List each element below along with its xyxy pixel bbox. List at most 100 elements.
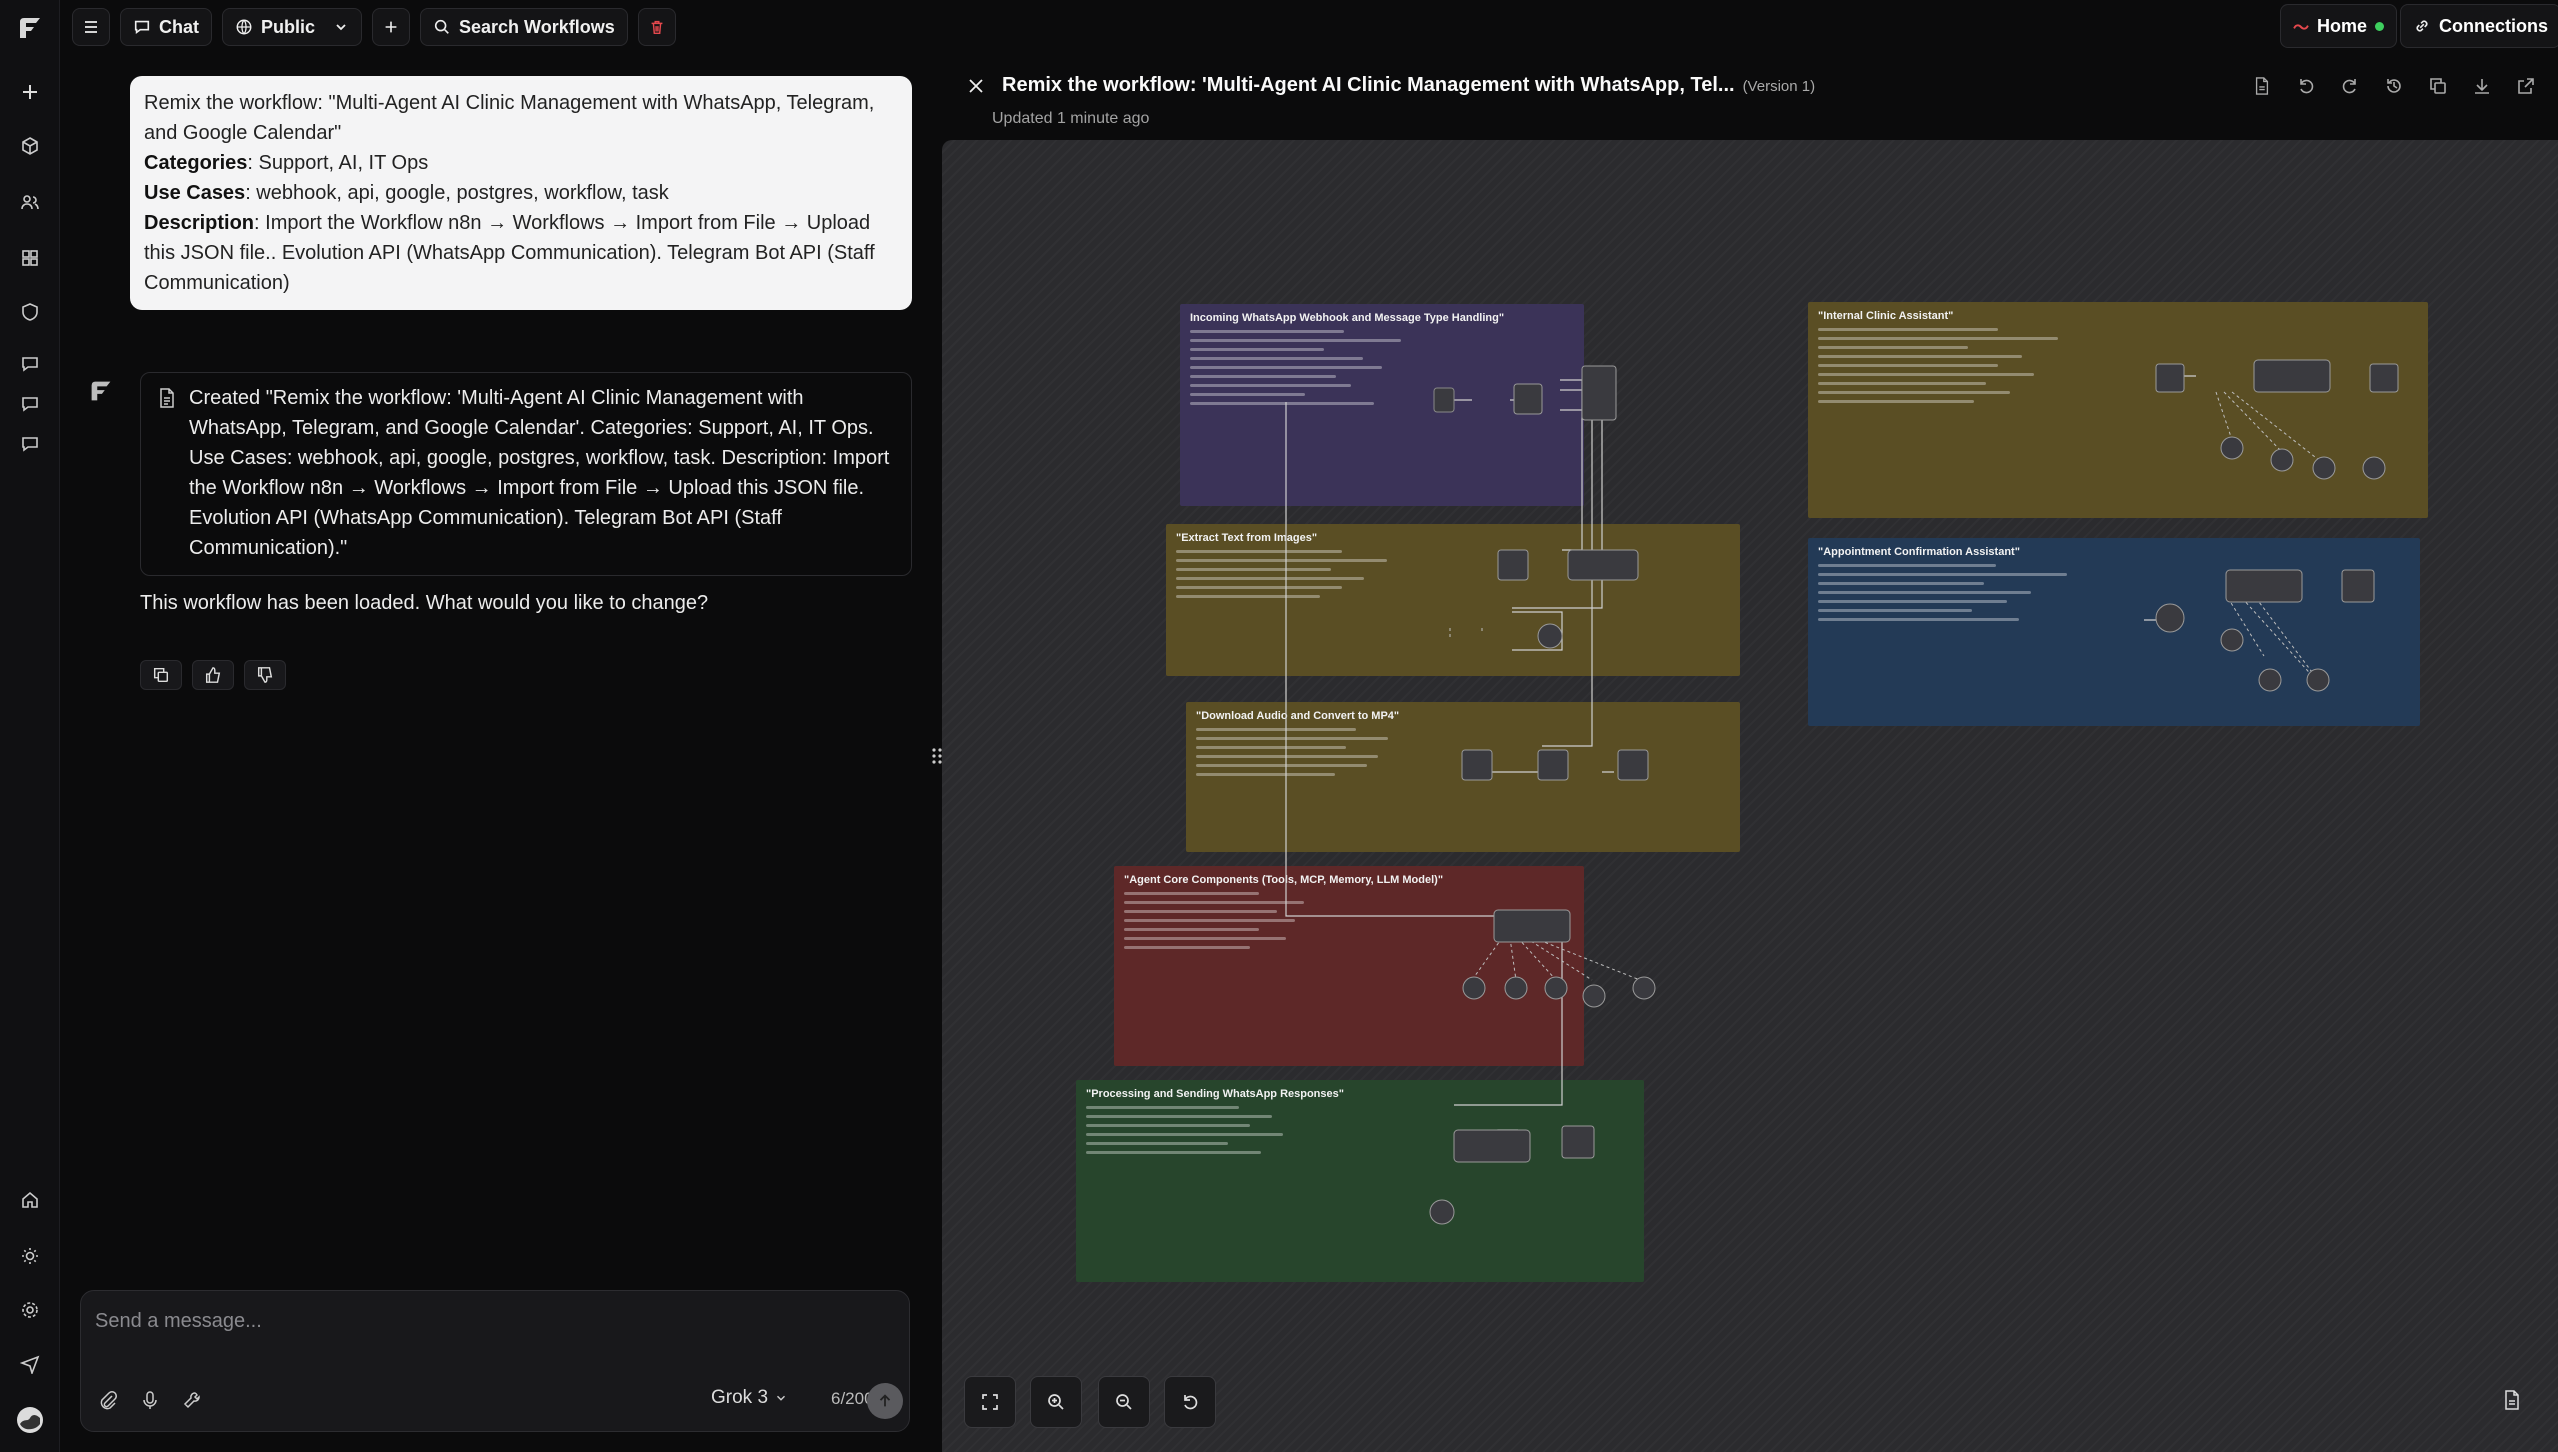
grid-icon[interactable] <box>14 242 46 274</box>
connections-label: Connections <box>2439 15 2549 36</box>
hamburger-icon <box>85 21 97 33</box>
categories-label: Categories <box>144 152 248 174</box>
copy-button[interactable] <box>140 660 182 690</box>
attach-button[interactable] <box>95 1387 121 1413</box>
message-actions <box>140 660 286 690</box>
search-workflows-button[interactable]: Search Workflows <box>420 8 628 46</box>
menu-button[interactable] <box>72 8 110 46</box>
workflow-tools <box>2248 72 2540 100</box>
gear-icon[interactable] <box>14 1294 46 1326</box>
add-button[interactable] <box>372 8 411 46</box>
undo-button[interactable] <box>2292 72 2320 100</box>
user-message-intro: Remix the workflow: "Multi-Agent AI Clin… <box>144 92 875 144</box>
globe-icon <box>236 19 252 35</box>
message-input[interactable] <box>95 1305 885 1337</box>
chat-bubble-icon[interactable] <box>14 348 46 380</box>
left-rail <box>0 0 60 1452</box>
workflow-canvas[interactable]: Incoming WhatsApp Webhook and Message Ty… <box>942 140 2558 1452</box>
paperclip-icon <box>100 1391 117 1410</box>
microphone-icon <box>143 1391 157 1409</box>
link-icon <box>2416 20 2428 32</box>
home-icon[interactable] <box>14 1184 46 1216</box>
chat-bubble-icon[interactable] <box>14 428 46 460</box>
description-value: : Import the Workflow n8n → Workflows → … <box>144 212 875 294</box>
delete-button[interactable] <box>637 8 676 46</box>
view-document-button[interactable] <box>2248 72 2276 100</box>
thumbs-down-button[interactable] <box>244 660 286 690</box>
assistant-logo-icon <box>86 376 116 406</box>
workflow-title-text: Remix the workflow: 'Multi-Agent AI Clin… <box>1002 74 1735 96</box>
shield-icon[interactable] <box>14 296 46 328</box>
categories-value: : Support, AI, IT Ops <box>247 152 429 174</box>
chat-bubble-icon[interactable] <box>14 388 46 420</box>
tools-button[interactable] <box>179 1387 205 1413</box>
chat-label: Chat <box>159 16 199 37</box>
workflow-graph <box>1285 359 2399 1225</box>
home-label: Home <box>2317 15 2368 36</box>
notes-toggle-button[interactable] <box>2492 1380 2532 1420</box>
open-external-button[interactable] <box>2512 72 2540 100</box>
zoom-in-icon <box>1048 1394 1064 1410</box>
chat-icon <box>134 20 150 35</box>
user-message: Remix the workflow: "Multi-Agent AI Clin… <box>130 76 912 310</box>
download-button[interactable] <box>2468 72 2496 100</box>
thumbs-up-button[interactable] <box>192 660 234 690</box>
history-icon <box>2387 79 2401 93</box>
close-icon <box>969 79 983 93</box>
use-cases-label: Use Cases <box>144 182 246 204</box>
message-composer: Grok 3 6/200 <box>80 1290 910 1432</box>
copy-icon <box>153 667 169 683</box>
description-label: Description <box>144 212 255 234</box>
home-button[interactable]: 〜 Home <box>2280 4 2398 48</box>
reset-icon <box>1184 1395 1198 1410</box>
close-workflow-button[interactable] <box>962 72 990 100</box>
workflow-created-text: Created "Remix the workflow: 'Multi-Agen… <box>189 387 890 559</box>
workflow-updated: Updated 1 minute ago <box>992 110 1150 127</box>
model-selector[interactable]: Grok 3 <box>711 1387 788 1409</box>
cube-icon[interactable] <box>14 130 46 162</box>
zoom-in-button[interactable] <box>1030 1376 1082 1428</box>
duplicate-button[interactable] <box>2424 72 2452 100</box>
zoom-out-icon <box>1116 1394 1132 1410</box>
download-icon <box>2475 79 2489 94</box>
fullscreen-icon <box>982 1394 998 1410</box>
wrench-icon <box>183 1392 200 1409</box>
redo-button[interactable] <box>2336 72 2364 100</box>
visibility-dropdown[interactable]: Public <box>222 8 363 46</box>
reset-view-button[interactable] <box>1164 1376 1216 1428</box>
description-line: Description: Import the Workflow n8n → W… <box>144 208 898 298</box>
avatar[interactable] <box>14 1404 46 1436</box>
categories-line: Categories: Support, AI, IT Ops <box>144 148 898 178</box>
connections-button[interactable]: Connections <box>2400 4 2558 48</box>
arrow-up-icon <box>879 1394 891 1407</box>
users-icon[interactable] <box>14 186 46 218</box>
visibility-label: Public <box>261 16 316 37</box>
microphone-button[interactable] <box>137 1387 163 1413</box>
redo-icon <box>2342 79 2356 94</box>
search-icon <box>434 19 449 34</box>
zoom-out-button[interactable] <box>1098 1376 1150 1428</box>
home-link-icon: 〜 <box>2293 20 2310 37</box>
use-cases-line: Use Cases: webhook, api, google, postgre… <box>144 178 898 208</box>
use-cases-value: : webhook, api, google, postgres, workfl… <box>245 182 669 204</box>
model-label: Grok 3 <box>711 1387 769 1408</box>
fit-view-button[interactable] <box>964 1376 1016 1428</box>
workflow-version: (Version 1) <box>1742 78 1816 95</box>
plus-icon <box>385 21 397 33</box>
app-logo[interactable] <box>14 12 46 44</box>
document-icon <box>2255 77 2269 95</box>
chat-button[interactable]: Chat <box>120 8 212 46</box>
top-toolbar: Chat Public Search Workflows <box>72 8 676 46</box>
send-button[interactable] <box>867 1383 903 1419</box>
send-plane-icon[interactable] <box>14 1348 46 1380</box>
history-button[interactable] <box>2380 72 2408 100</box>
undo-icon <box>2300 79 2314 94</box>
copy-icon <box>2430 78 2446 94</box>
thumbs-up-icon <box>205 667 221 683</box>
new-chat-icon[interactable] <box>14 76 46 108</box>
workflow-created-card[interactable]: Created "Remix the workflow: 'Multi-Agen… <box>140 372 912 576</box>
trash-icon <box>651 20 663 35</box>
assistant-reply: This workflow has been loaded. What woul… <box>140 592 709 614</box>
sun-icon[interactable] <box>14 1240 46 1272</box>
document-icon <box>157 387 177 409</box>
